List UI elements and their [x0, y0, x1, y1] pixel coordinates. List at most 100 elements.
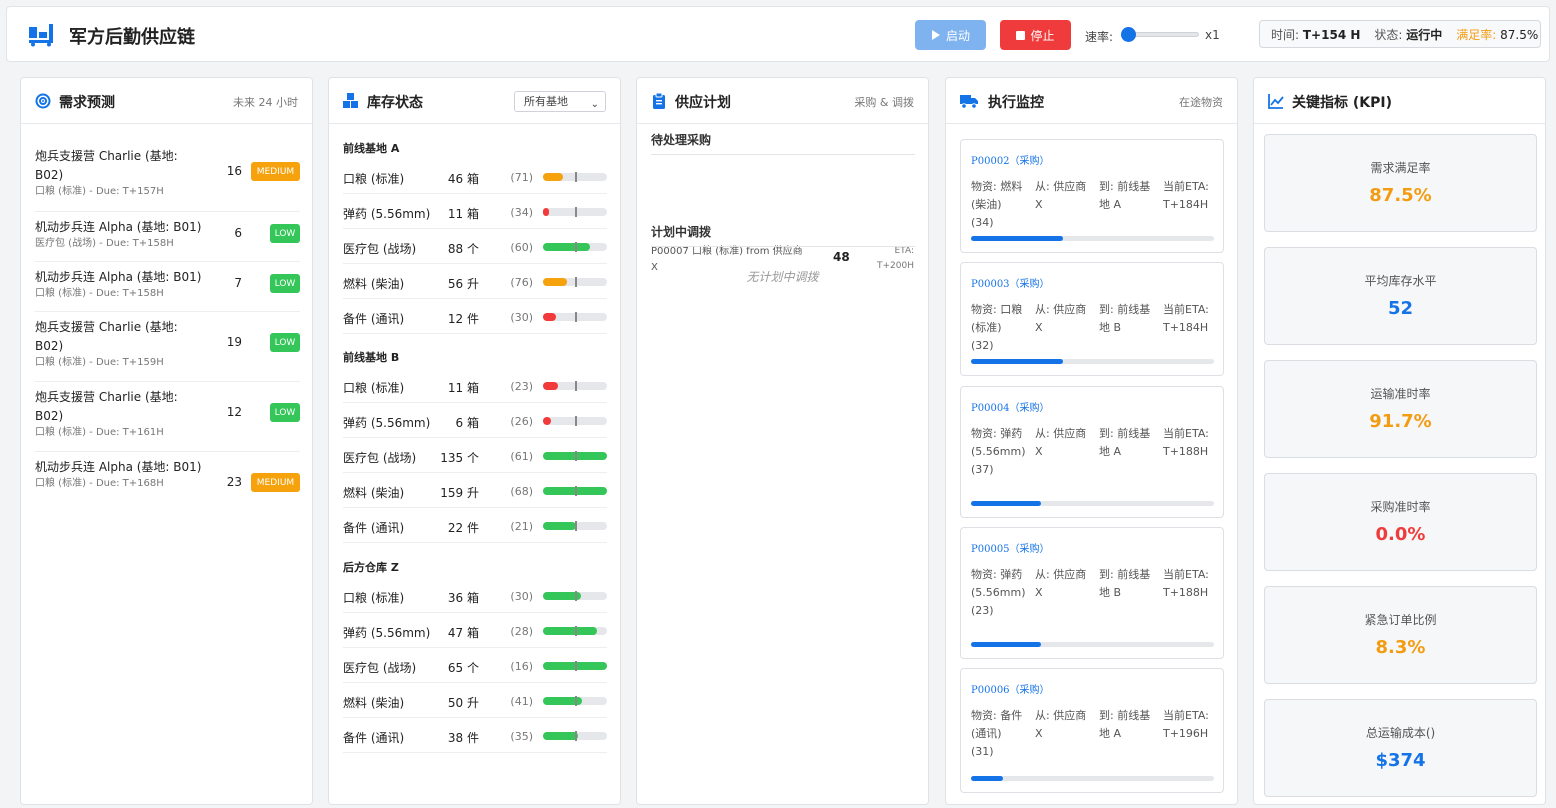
plan-panel: 供应计划 采购 & 调拨 待处理采购 P00007 口粮 (标准) from 供…: [636, 77, 929, 805]
shipment-progress-bar: [971, 236, 1214, 241]
stock-level-fill: [543, 522, 577, 530]
inventory-item-qty: 65 个: [447, 661, 479, 675]
time-value: T+154 H: [1302, 27, 1361, 42]
inventory-item-name: 弹药 (5.56mm): [343, 626, 431, 640]
demand-item-name: 炮兵支援营 Charlie (基地: B02): [35, 320, 178, 353]
kpi-panel-header: 关键指标 (KPI): [1254, 78, 1545, 124]
stock-level-bar: [543, 207, 607, 217]
inventory-item-threshold: (30): [510, 590, 533, 603]
demand-item[interactable]: 机动步兵连 Alpha (基地: B01) 口粮 (标准) - Due: T+16…: [35, 458, 300, 492]
shipment-to: 到: 前线基地 A: [1099, 427, 1151, 458]
demand-item-meta: 口粮 (标准) - Due: T+158H: [35, 288, 164, 299]
threshold-marker: [575, 207, 577, 217]
demand-item-meta: 口粮 (标准) - Due: T+161H: [35, 427, 164, 438]
threshold-marker: [575, 451, 577, 461]
monitor-panel-title: 执行监控: [988, 95, 1044, 111]
threshold-marker: [575, 242, 577, 252]
inventory-item-qty: 11 箱: [447, 207, 479, 221]
stock-level-fill: [543, 278, 567, 286]
inventory-row: 燃料 (柴油) 159 升 (68): [343, 474, 607, 508]
inventory-row: 燃料 (柴油) 50 升 (41): [343, 684, 607, 718]
demand-item[interactable]: 机动步兵连 Alpha (基地: B01) 医疗包 (战场) - Due: T+1…: [35, 218, 300, 250]
shipment-card[interactable]: P00004（采购） 物资: 弹药 (5.56mm) (37) 从: 供应商 X 到:…: [960, 386, 1224, 518]
shipment-progress-bar: [971, 642, 1214, 647]
shipment-to: 到: 前线基地 A: [1099, 180, 1151, 211]
kpi-label: 采购准时率: [1370, 500, 1431, 514]
demand-item-name: 机动步兵连 Alpha (基地: B01): [35, 460, 202, 474]
shipment-card[interactable]: P00003（采购） 物资: 口粮 (标准) (32) 从: 供应商 X 到: 前线基…: [960, 262, 1224, 376]
inventory-item-name: 医疗包 (战场): [343, 242, 417, 256]
stock-level-bar: [543, 591, 607, 601]
rate-value: 87.5%: [1500, 27, 1539, 42]
kpi-value: $374: [1375, 750, 1426, 771]
monitor-panel-header: 执行监控 在途物资: [946, 78, 1237, 124]
inventory-item-qty: 47 箱: [447, 626, 479, 640]
inventory-item-name: 弹药 (5.56mm): [343, 416, 431, 430]
priority-badge: LOW: [270, 333, 300, 352]
stop-button-label: 停止: [1030, 28, 1055, 43]
kpi-value: 91.7%: [1369, 411, 1432, 432]
plan-panel-title: 供应计划: [675, 95, 731, 111]
demand-item-qty: 19: [226, 335, 242, 349]
kpi-panel: 关键指标 (KPI) 需求满足率 87.5% 平均库存水平 52 运输准时率 91.7% 采…: [1253, 77, 1546, 805]
inventory-item-threshold: (35): [510, 730, 533, 743]
inventory-item-threshold: (71): [510, 171, 533, 184]
inventory-item-name: 燃料 (柴油): [343, 486, 405, 500]
app-title: 军方后勤供应链: [69, 27, 195, 48]
demand-item[interactable]: 炮兵支援营 Charlie (基地: B02) 口粮 (标准) - Due: T+…: [35, 147, 300, 198]
shipment-progress-fill: [971, 359, 1064, 364]
kpi-label: 运输准时率: [1370, 387, 1431, 401]
monitor-panel: 执行监控 在途物资 P00002（采购） 物资: 燃料 (柴油) (34) 从: 供…: [945, 77, 1238, 805]
shipment-card[interactable]: P00006（采购） 物资: 备件 (通讯) (31) 从: 供应商 X 到: 前线基…: [960, 668, 1224, 793]
boxes-icon: [343, 93, 358, 108]
inventory-row: 医疗包 (战场) 135 个 (61): [343, 439, 607, 473]
stock-level-bar: [543, 731, 607, 741]
start-button[interactable]: 启动: [915, 20, 986, 50]
priority-badge: LOW: [270, 224, 300, 243]
priority-badge: MEDIUM: [251, 162, 300, 181]
line-chart-icon: [1268, 94, 1284, 109]
inventory-item-name: 医疗包 (战场): [343, 451, 417, 465]
kpi-value: 0.0%: [1375, 524, 1426, 545]
demand-item[interactable]: 炮兵支援营 Charlie (基地: B02) 口粮 (标准) - Due: T+…: [35, 318, 300, 369]
stock-level-bar: [543, 626, 607, 636]
shipment-progress-fill: [971, 776, 1003, 781]
threshold-marker: [575, 696, 577, 706]
speed-slider[interactable]: [1121, 27, 1199, 42]
shipment-to: 到: 前线基地 B: [1099, 568, 1151, 599]
stock-level-fill: [543, 382, 559, 390]
threshold-marker: [575, 486, 577, 496]
demand-item[interactable]: 机动步兵连 Alpha (基地: B01) 口粮 (标准) - Due: T+15…: [35, 268, 300, 300]
inventory-item-threshold: (61): [510, 450, 533, 463]
inventory-row: 备件 (通讯) 38 件 (35): [343, 719, 607, 753]
stock-level-bar: [543, 696, 607, 706]
stop-button[interactable]: 停止: [1000, 20, 1071, 50]
shipment-eta: 当前ETA: T+184H: [1163, 303, 1209, 334]
shipment-id[interactable]: P00003（采购）: [971, 275, 1050, 290]
inventory-item-name: 燃料 (柴油): [343, 277, 405, 291]
shipment-card[interactable]: P00002（采购） 物资: 燃料 (柴油) (34) 从: 供应商 X 到: 前线基…: [960, 139, 1224, 253]
shipment-id[interactable]: P00006（采购）: [971, 681, 1050, 696]
demand-item-qty: 6: [234, 226, 242, 240]
pending-purchase-qty: 48: [833, 250, 850, 264]
inventory-item-qty: 159 升: [440, 486, 479, 500]
inventory-row: 医疗包 (战场) 65 个 (16): [343, 649, 607, 683]
shipment-card[interactable]: P00005（采购） 物资: 弹药 (5.56mm) (23) 从: 供应商 X 到:…: [960, 527, 1224, 659]
shipment-id[interactable]: P00002（采购）: [971, 152, 1050, 167]
threshold-marker: [575, 521, 577, 531]
shipment-eta: 当前ETA: T+184H: [1163, 180, 1209, 211]
planned-transfers-title: 计划中调拨: [651, 223, 915, 247]
speed-slider-thumb[interactable]: [1121, 27, 1136, 42]
shipment-id[interactable]: P00004（采购）: [971, 399, 1050, 414]
inventory-item-qty: 12 件: [447, 312, 479, 326]
shipment-id[interactable]: P00005（采购）: [971, 540, 1050, 555]
inventory-row: 弹药 (5.56mm) 11 箱 (34): [343, 195, 607, 229]
demand-item-qty: 7: [234, 276, 242, 290]
inventory-item-name: 医疗包 (战场): [343, 661, 417, 675]
demand-item[interactable]: 炮兵支援营 Charlie (基地: B02) 口粮 (标准) - Due: T+…: [35, 388, 300, 439]
inventory-item-threshold: (30): [510, 311, 533, 324]
base-filter-select[interactable]: 所有基地 ⌄: [514, 91, 606, 112]
inventory-item-name: 口粮 (标准): [343, 591, 405, 605]
inventory-item-name: 燃料 (柴油): [343, 696, 405, 710]
inventory-item-threshold: (21): [510, 520, 533, 533]
